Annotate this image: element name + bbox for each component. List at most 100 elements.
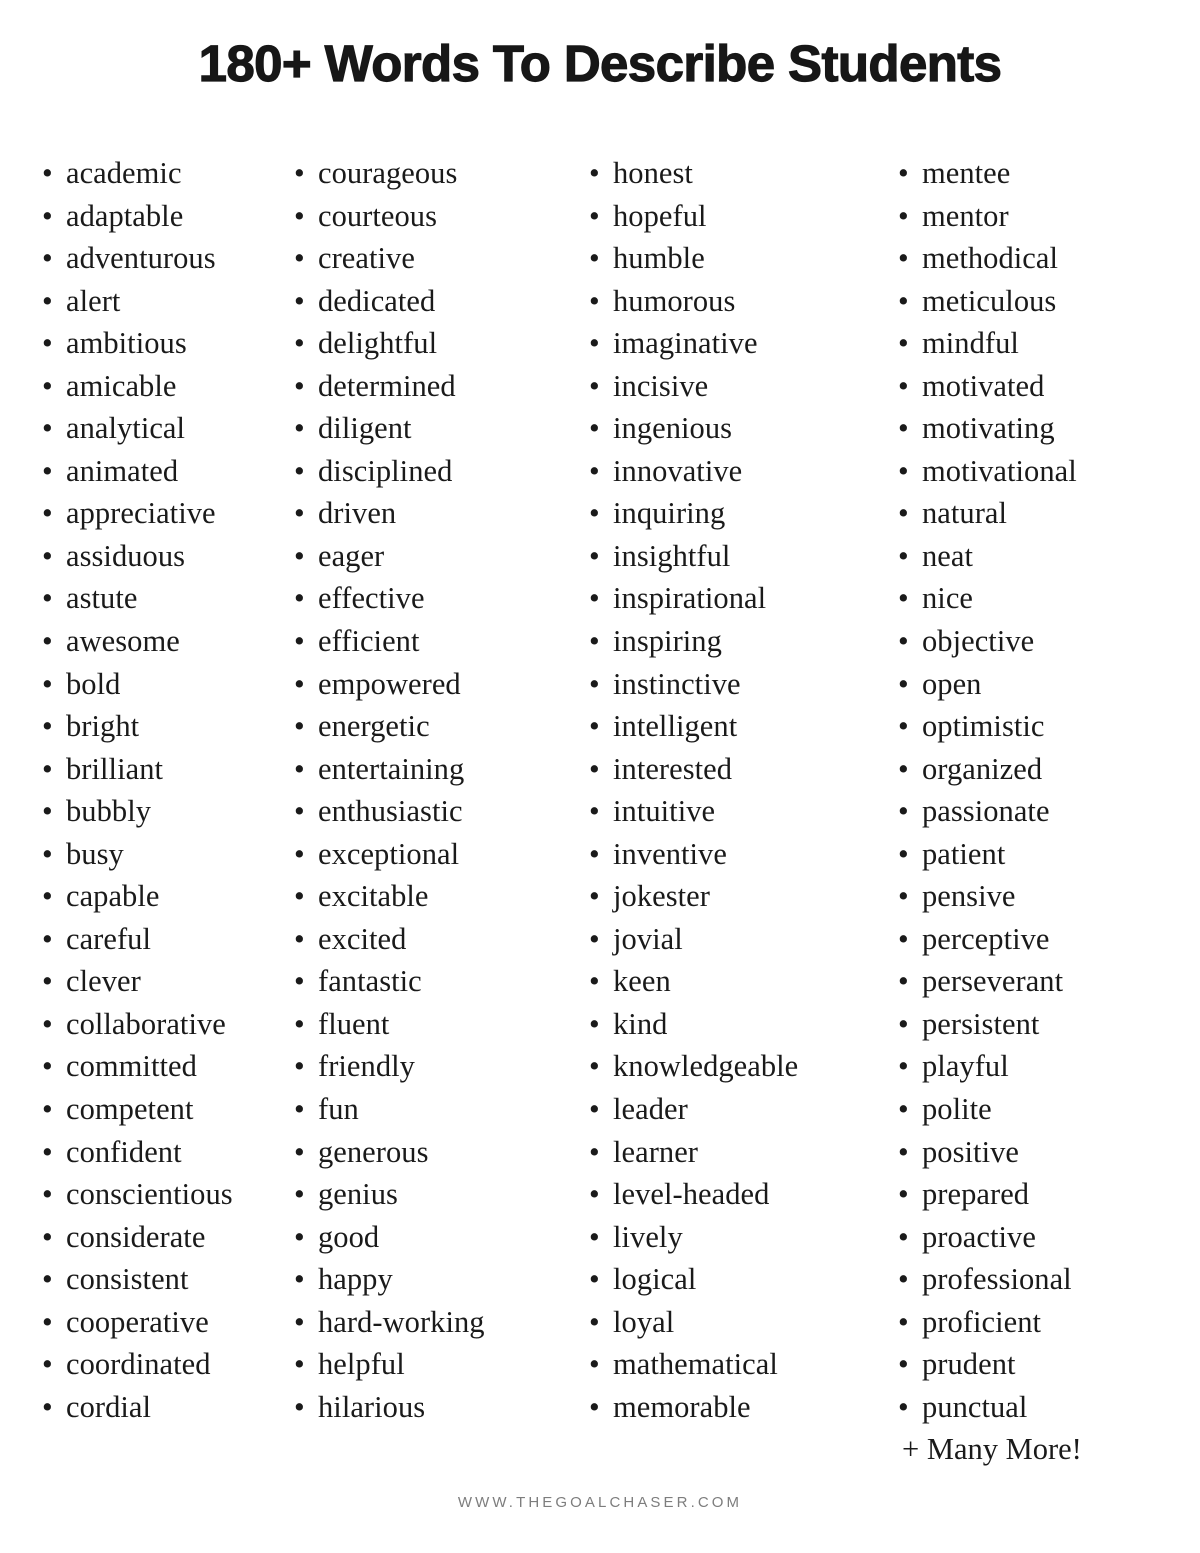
bullet-icon: • [294, 326, 305, 361]
word-label: empowered [318, 666, 461, 701]
word-label: academic [66, 156, 182, 190]
bullet-icon: • [898, 921, 909, 956]
bullet-icon: • [294, 709, 305, 744]
word-list-item: • proactive [894, 1216, 1200, 1259]
word-label: clever [66, 964, 141, 999]
word-list-item: • pensive [894, 875, 1200, 918]
word-label: ambitious [66, 326, 187, 361]
word-label: disciplined [318, 453, 453, 488]
word-label: positive [922, 1134, 1019, 1169]
bullet-icon: • [589, 964, 600, 999]
word-list-item: • imaginative [585, 322, 876, 365]
word-list-item: • bold [38, 663, 272, 706]
bullet-icon: • [589, 921, 600, 956]
word-label: fantastic [318, 964, 422, 999]
word-list-item: • logical [585, 1258, 876, 1301]
word-list-item: • driven [290, 492, 567, 535]
word-label: capable [66, 879, 160, 914]
word-label: analytical [66, 411, 186, 446]
word-label: leader [613, 1092, 688, 1127]
bullet-icon: • [589, 581, 600, 616]
word-label: lively [613, 1219, 683, 1254]
word-list-item: • dedicated [290, 280, 567, 323]
word-list-item: • motivational [894, 450, 1200, 493]
word-label: kind [613, 1006, 668, 1041]
word-list-item: • consistent [38, 1258, 272, 1301]
word-label: determined [318, 368, 456, 403]
word-label: inspirational [613, 581, 767, 616]
word-label: courageous [318, 156, 458, 190]
word-list-item: • mindful [894, 322, 1200, 365]
bullet-icon: • [898, 1389, 909, 1424]
word-label: delightful [318, 326, 438, 361]
bullet-icon: • [294, 411, 305, 446]
word-list-item: • bright [38, 705, 272, 748]
word-label: genius [318, 1177, 398, 1212]
bullet-icon: • [898, 964, 909, 999]
word-label: competent [66, 1092, 194, 1127]
bullet-icon: • [898, 1219, 909, 1254]
bullet-icon: • [898, 1006, 909, 1041]
word-list-item: • jovial [585, 918, 876, 961]
bullet-icon: • [294, 964, 305, 999]
bullet-icon: • [898, 283, 909, 318]
word-list-item: • good [290, 1216, 567, 1259]
word-label: organized [922, 751, 1043, 786]
word-label: intelligent [613, 709, 738, 744]
bullet-icon: • [294, 836, 305, 871]
word-list-item: • polite [894, 1088, 1200, 1131]
word-list-item: • assiduous [38, 535, 272, 578]
word-list-item: • keen [585, 960, 876, 1003]
word-label: fun [318, 1092, 359, 1127]
word-list-item: • motivated [894, 365, 1200, 408]
word-label: effective [318, 581, 425, 616]
word-list-item: • insightful [585, 535, 876, 578]
word-list-item: • careful [38, 918, 272, 961]
word-label: excitable [318, 879, 429, 914]
word-label: professional [922, 1262, 1072, 1297]
bullet-icon: • [898, 368, 909, 403]
bullet-icon: • [294, 794, 305, 829]
word-list-item: • fantastic [290, 960, 567, 1003]
word-list-item: • inquiring [585, 492, 876, 535]
word-list-item: • proficient [894, 1301, 1200, 1344]
bullet-icon: • [294, 751, 305, 786]
bullet-icon: • [898, 156, 909, 190]
bullet-icon: • [42, 1092, 53, 1127]
word-label: excited [318, 921, 407, 956]
word-label: insightful [613, 538, 731, 573]
word-label: mathematical [613, 1347, 778, 1382]
word-label: bright [66, 709, 140, 744]
bullet-icon: • [589, 1219, 600, 1254]
bullet-icon: • [294, 198, 305, 233]
bullet-icon: • [898, 1049, 909, 1084]
bullet-icon: • [589, 794, 600, 829]
bullet-icon: • [42, 581, 53, 616]
word-label: adventurous [66, 241, 216, 276]
bullet-icon: • [294, 1134, 305, 1169]
bullet-icon: • [589, 368, 600, 403]
word-list-2: • courageous • courteous • creative • dedicated… [290, 152, 567, 1428]
word-label: instinctive [613, 666, 741, 701]
bullet-icon: • [42, 453, 53, 488]
word-list-item: • humorous [585, 280, 876, 323]
many-more-note: + Many More! [902, 1432, 1082, 1467]
bullet-icon: • [898, 1092, 909, 1127]
word-list-item: • appreciative [38, 492, 272, 535]
bullet-icon: • [42, 1262, 53, 1297]
word-list-item: • mentee [894, 152, 1200, 195]
word-label: happy [318, 1262, 393, 1297]
bullet-icon: • [294, 1304, 305, 1339]
bullet-icon: • [42, 709, 53, 744]
bullet-icon: • [294, 879, 305, 914]
word-list-item: • intuitive [585, 790, 876, 833]
bullet-icon: • [589, 836, 600, 871]
word-list-item: • nice [894, 577, 1200, 620]
word-list-item: • organized [894, 748, 1200, 791]
word-label: memorable [613, 1389, 751, 1424]
bullet-icon: • [42, 1304, 53, 1339]
word-label: committed [66, 1049, 197, 1084]
word-list-item: • hard-working [290, 1301, 567, 1344]
bullet-icon: • [294, 453, 305, 488]
bullet-icon: • [42, 241, 53, 276]
